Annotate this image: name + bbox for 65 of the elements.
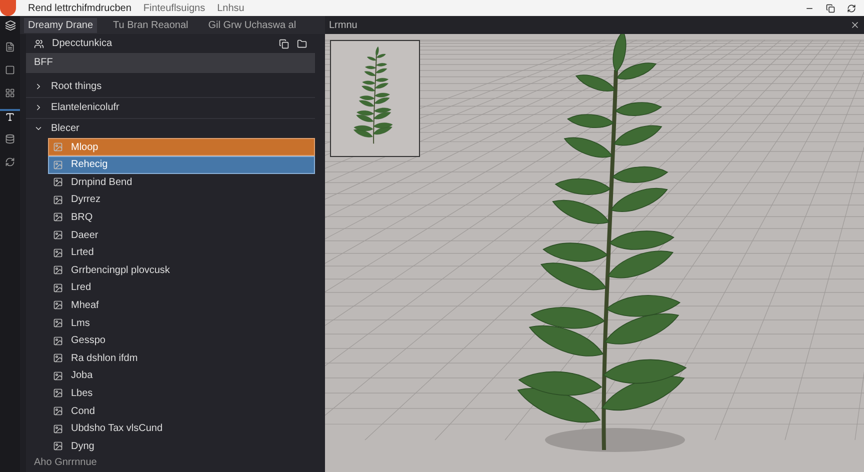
section-header[interactable]: Elantelenicolufr <box>26 98 315 120</box>
rail-icon <box>5 157 15 167</box>
tree-item[interactable]: Ubdsho Tax vlsCund <box>48 420 315 438</box>
tree-item[interactable]: Dyrrez <box>48 191 315 209</box>
image-icon <box>53 388 63 398</box>
image-icon <box>53 160 63 170</box>
image-icon <box>53 142 63 152</box>
image-icon <box>53 230 63 240</box>
image-icon <box>53 441 63 452</box>
image-icon <box>53 353 63 364</box>
chevron-icon <box>34 82 43 92</box>
tree-item[interactable]: Mloop <box>48 138 315 156</box>
app-logo-icon <box>0 0 16 16</box>
users-icon <box>34 38 44 49</box>
footer-text: Aho Gnrrnnue <box>33 456 98 470</box>
tree-item[interactable]: Gesspo <box>48 332 315 350</box>
image-icon <box>53 265 63 276</box>
image-icon <box>53 248 63 258</box>
tree-item[interactable]: Joba <box>48 367 315 385</box>
toolbar-tab[interactable]: Tu Bran Reaonal <box>109 18 192 32</box>
layers-icon[interactable] <box>4 20 16 31</box>
menu-item[interactable]: Lnhsu <box>217 0 244 16</box>
image-icon <box>53 336 63 346</box>
refresh-icon[interactable] <box>847 4 856 12</box>
window-title: Rend lettrchifmdrucben <box>28 2 132 16</box>
tree-item[interactable]: Ra dshlon ifdm <box>48 349 315 368</box>
tree-item[interactable]: Dyng <box>48 437 315 455</box>
tree-item[interactable]: Grrbencingpl plovcusk <box>48 261 315 280</box>
rail-icon <box>5 88 15 98</box>
tree-item[interactable]: Lred <box>48 279 315 297</box>
panel-title: Dpecctunkica <box>52 37 114 52</box>
image-icon <box>53 194 63 205</box>
chevron-icon <box>34 103 43 112</box>
tree-item[interactable]: Lrted <box>48 244 315 262</box>
image-icon <box>53 282 63 293</box>
tree-item[interactable]: BRQ <box>48 208 315 226</box>
image-icon <box>53 318 63 328</box>
tree-item[interactable]: Drnpind Bend <box>48 174 315 192</box>
tree-item[interactable]: Rehecig <box>48 156 315 174</box>
rail-icon <box>5 112 15 122</box>
image-icon <box>53 370 63 381</box>
image-icon <box>53 406 63 416</box>
tree-item[interactable]: Lms <box>48 314 315 332</box>
rail-icon <box>5 42 15 52</box>
filter-field[interactable]: BFF <box>26 53 315 73</box>
group-header[interactable]: Blecer <box>26 119 315 138</box>
viewport-label: Lrmnu <box>329 18 358 32</box>
toolbar-tab[interactable]: Dreamy Drane <box>24 18 98 32</box>
image-icon <box>53 300 63 310</box>
folder-icon[interactable] <box>297 38 307 49</box>
tree-item[interactable]: Mheaf <box>48 296 315 314</box>
close-icon[interactable] <box>850 20 860 30</box>
toolbar-tab[interactable]: Gil Grw Uchaswa al <box>204 18 300 32</box>
tree-item[interactable]: Lbes <box>48 384 315 402</box>
image-icon <box>53 212 63 222</box>
menu-item[interactable]: Finteuflsuigns <box>143 0 206 16</box>
copy-icon[interactable] <box>279 38 289 49</box>
rail-icon <box>5 134 15 144</box>
restore-icon[interactable] <box>826 4 835 12</box>
section-header[interactable]: Root things <box>26 76 315 98</box>
tree-item[interactable]: Daeer <box>48 226 315 244</box>
image-icon <box>53 177 63 188</box>
image-icon <box>53 424 63 434</box>
tree-item[interactable]: Cond <box>48 402 315 420</box>
rail-icon <box>5 65 15 75</box>
